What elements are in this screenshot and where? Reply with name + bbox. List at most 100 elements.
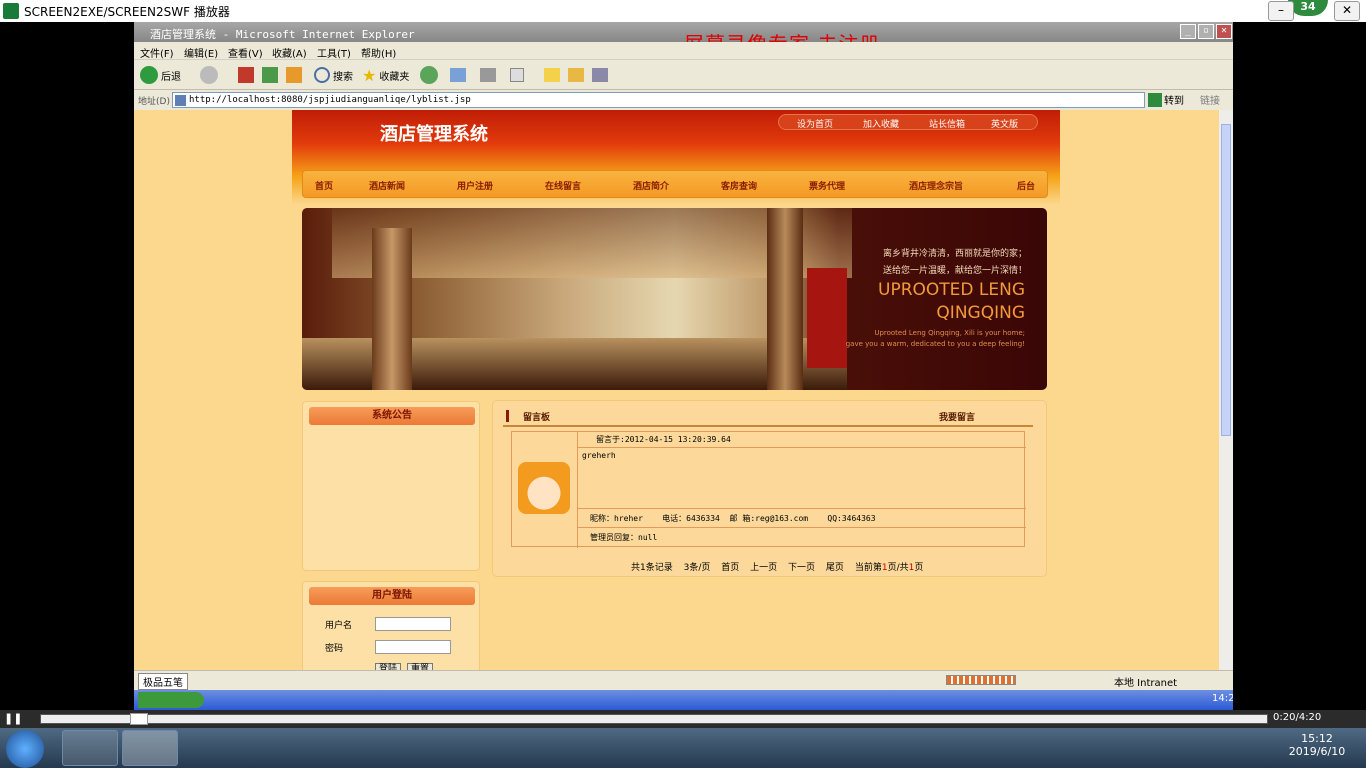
xp-start-button[interactable] bbox=[138, 692, 204, 708]
print-button[interactable] bbox=[480, 65, 496, 85]
menu-file[interactable]: 文件(F) bbox=[140, 45, 174, 60]
menu-favorites[interactable]: 收藏(A) bbox=[272, 45, 307, 60]
star-icon: ★ bbox=[362, 65, 377, 85]
banner-en-line1: UPROOTED LENG bbox=[878, 280, 1025, 300]
nav-news[interactable]: 酒店新闻 bbox=[369, 179, 405, 192]
message-time: 留言于:2012-04-15 13:20:39.64 bbox=[596, 435, 731, 444]
pager-next[interactable]: 下一页 bbox=[788, 563, 815, 573]
win7-taskbar: 15:12 2019/6/10 bbox=[0, 728, 1366, 768]
site-header: 酒店管理系统 设为首页 加入收藏 站长信箱 英文版 首页 酒店新闻 用户注册 在… bbox=[292, 110, 1060, 205]
username-input[interactable] bbox=[375, 617, 451, 631]
nav-home[interactable]: 首页 bbox=[315, 179, 333, 192]
ie-close-button[interactable]: ✕ bbox=[1216, 24, 1232, 39]
favorites-button[interactable]: ★ 收藏夹 bbox=[362, 65, 409, 85]
mail-button[interactable] bbox=[450, 65, 466, 85]
message-content: greherh bbox=[582, 451, 616, 460]
login-title: 用户登陆 bbox=[309, 587, 475, 605]
discuss-button[interactable] bbox=[544, 65, 560, 85]
forward-button[interactable] bbox=[200, 65, 218, 85]
left-column: 系统公告 用户登陆 用户名 密码 登陆 重置 bbox=[302, 401, 480, 672]
pager-prev[interactable]: 上一页 bbox=[750, 563, 777, 573]
ie-title: 酒店管理系统 - Microsoft Internet Explorer bbox=[150, 28, 415, 41]
xp-taskbar: 14:27 bbox=[134, 690, 1233, 710]
history-button[interactable] bbox=[420, 65, 438, 85]
badge-count: 34 bbox=[1288, 0, 1328, 16]
load-progress bbox=[946, 675, 1016, 685]
ie-maximize-button[interactable]: ▫ bbox=[1198, 24, 1214, 39]
edit-button[interactable] bbox=[510, 65, 524, 85]
board-title: 留言板 bbox=[523, 413, 551, 423]
ime-indicator[interactable]: 极品五笔 bbox=[138, 673, 188, 690]
folder-button[interactable] bbox=[568, 65, 584, 85]
pause-icon[interactable]: ❚❚ bbox=[4, 712, 22, 725]
back-button[interactable]: 后退 bbox=[140, 65, 181, 85]
link-webmaster-mail[interactable]: 站长信箱 bbox=[929, 117, 965, 130]
banner-en-line2: QINGQING bbox=[936, 303, 1025, 323]
messenger-button[interactable] bbox=[592, 65, 608, 85]
hotel-lobby-banner: 离乡背井冷清清，西丽就是你的家； 送给您一片温暖，献给您一片深情！ UPROOT… bbox=[302, 208, 1047, 390]
go-button[interactable]: 转到 链接 bbox=[1148, 92, 1220, 107]
xp-clock: 14:27 bbox=[1212, 693, 1233, 704]
nav-intro[interactable]: 酒店简介 bbox=[633, 179, 669, 192]
message-info: 昵称：hreher 电话：6436334 邮 箱:reg@163.com QQ:… bbox=[590, 514, 876, 523]
notice-title: 系统公告 bbox=[309, 407, 475, 425]
nav-register[interactable]: 用户注册 bbox=[457, 179, 493, 192]
forward-arrow-icon bbox=[200, 66, 218, 84]
stop-button[interactable] bbox=[238, 65, 254, 85]
minimize-button[interactable]: – bbox=[1268, 1, 1294, 21]
pager-per-page: 3条/页 bbox=[683, 563, 711, 573]
avatar bbox=[518, 462, 570, 514]
links-label[interactable]: 链接 bbox=[1200, 92, 1220, 107]
refresh-button[interactable] bbox=[262, 65, 278, 85]
search-button[interactable]: 搜索 bbox=[314, 65, 353, 85]
close-button[interactable]: ✕ bbox=[1334, 1, 1360, 21]
address-input[interactable]: http://localhost:8080/jspjiudianguanliqe… bbox=[172, 92, 1145, 108]
message-entry: 留言于:2012-04-15 13:20:39.64 greherh 昵称：hr… bbox=[511, 431, 1026, 548]
ie-minimize-button[interactable]: _ bbox=[1180, 24, 1196, 39]
banner-cn-line2: 送给您一片温暖，献给您一片深情！ bbox=[882, 266, 1027, 276]
login-panel: 用户登陆 用户名 密码 登陆 重置 bbox=[302, 581, 480, 672]
link-add-favorite[interactable]: 加入收藏 bbox=[863, 117, 899, 130]
admin-reply: 管理员回复：null bbox=[590, 533, 658, 542]
ie-menu-bar: 文件(F) 编辑(E) 查看(V) 收藏(A) 工具(T) 帮助(H) bbox=[134, 42, 1233, 60]
menu-view[interactable]: 查看(V) bbox=[228, 45, 263, 60]
nav-tickets[interactable]: 票务代理 bbox=[809, 179, 845, 192]
vertical-scrollbar[interactable] bbox=[1219, 110, 1233, 672]
stop-icon bbox=[238, 67, 254, 83]
banner-red-wall bbox=[807, 268, 847, 368]
password-input[interactable] bbox=[375, 640, 451, 654]
player-title: SCREEN2EXE/SCREEN2SWF 播放器 bbox=[24, 5, 230, 19]
windows-start-button[interactable] bbox=[6, 730, 44, 768]
pager-current: 当前第1页/共1页 bbox=[854, 563, 924, 573]
avatar-cell bbox=[512, 432, 578, 548]
refresh-icon bbox=[262, 67, 278, 83]
security-zone: 本地 Intranet bbox=[1114, 678, 1178, 689]
top-links: 设为首页 加入收藏 站长信箱 英文版 bbox=[778, 114, 1038, 130]
note-icon bbox=[544, 68, 560, 82]
link-english[interactable]: 英文版 bbox=[991, 117, 1018, 130]
nav-rooms[interactable]: 客房查询 bbox=[721, 179, 757, 192]
pager-first[interactable]: 首页 bbox=[721, 563, 739, 573]
edit-icon bbox=[510, 68, 524, 82]
banner-cn-line1: 离乡背井冷清清，西丽就是你的家； bbox=[882, 249, 1027, 259]
pager: 共1条记录 3条/页 首页 上一页 下一页 尾页 当前第1页/共1页 bbox=[631, 560, 923, 573]
menu-tools[interactable]: 工具(T) bbox=[317, 45, 351, 60]
player-pinned-icon[interactable] bbox=[122, 730, 178, 766]
explorer-pinned-icon[interactable] bbox=[62, 730, 118, 766]
hotel-site: 酒店管理系统 设为首页 加入收藏 站长信箱 英文版 首页 酒店新闻 用户注册 在… bbox=[292, 110, 1060, 672]
seek-bar[interactable] bbox=[40, 714, 1268, 724]
menu-help[interactable]: 帮助(H) bbox=[361, 45, 396, 60]
seek-knob[interactable] bbox=[130, 713, 149, 725]
nav-philosophy[interactable]: 酒店理念宗旨 bbox=[909, 179, 963, 192]
link-set-homepage[interactable]: 设为首页 bbox=[797, 117, 833, 130]
pager-last[interactable]: 尾页 bbox=[826, 563, 844, 573]
menu-edit[interactable]: 编辑(E) bbox=[184, 45, 218, 60]
nav-admin[interactable]: 后台 bbox=[1017, 179, 1035, 192]
player-time: 0:20/4:20 bbox=[1273, 712, 1322, 723]
scroll-thumb[interactable] bbox=[1221, 124, 1231, 436]
banner-pillar bbox=[372, 228, 412, 390]
back-arrow-icon bbox=[140, 66, 158, 84]
home-button[interactable] bbox=[286, 65, 302, 85]
write-message-link[interactable]: 我要留言 bbox=[939, 410, 975, 423]
nav-message[interactable]: 在线留言 bbox=[545, 179, 581, 192]
